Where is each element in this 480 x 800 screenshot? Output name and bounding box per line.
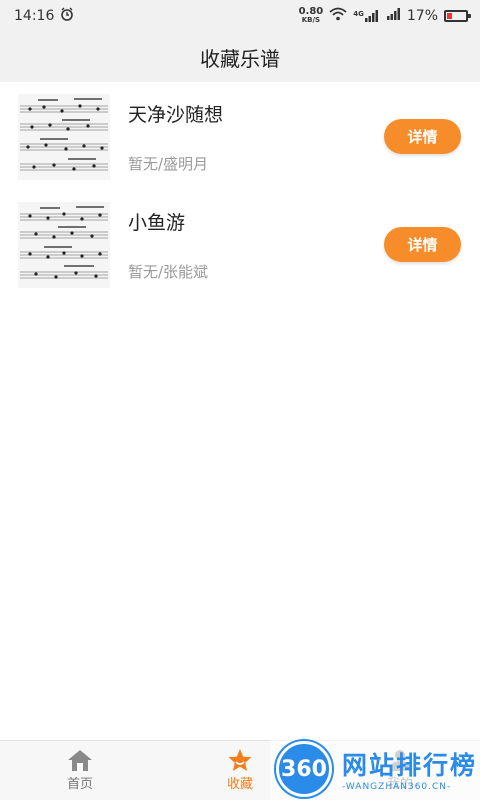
favorite-sheet-list: 天净沙随想 暂无/盛明月 详情 小鱼游 暂无/张能斌 详情 [0, 82, 480, 298]
star-icon [227, 747, 253, 773]
wifi-icon [329, 7, 347, 25]
sheet-title: 天净沙随想 [128, 104, 224, 126]
page-title: 收藏乐谱 [200, 46, 280, 71]
nav-favorites[interactable]: 收藏 [200, 747, 280, 797]
detail-button[interactable]: 详情 [384, 119, 461, 154]
watermark-sub-text: -WANGZHAN360.CN- [342, 782, 452, 792]
detail-button[interactable]: 详情 [384, 227, 461, 262]
nav-favorites-label: 收藏 [226, 777, 253, 792]
sheet-author: 暂无/张能斌 [128, 263, 209, 281]
battery-icon [444, 10, 471, 22]
signal-4g-icon: 4G [353, 10, 379, 22]
alarm-icon [60, 7, 74, 25]
network-speed: 0.80 KB/S [298, 6, 324, 25]
list-item[interactable]: 天净沙随想 暂无/盛明月 详情 [0, 82, 480, 190]
watermark-main-text: 网站排行榜 [342, 751, 478, 780]
signal-icon [385, 8, 401, 24]
sheet-music-thumbnail [18, 202, 110, 288]
home-icon [67, 747, 93, 773]
sheet-music-thumbnail [18, 94, 110, 180]
list-item[interactable]: 小鱼游 暂无/张能斌 详情 [0, 190, 480, 298]
battery-percent: 17% [406, 8, 438, 24]
watermark-logo: 360 [276, 741, 332, 797]
nav-home-label: 首页 [66, 777, 93, 792]
sheet-author: 暂无/盛明月 [128, 155, 209, 173]
page-header: 收藏乐谱 [0, 32, 480, 82]
status-time: 14:16 [14, 8, 55, 24]
sheet-title: 小鱼游 [128, 212, 186, 234]
status-bar: 14:16 0.80 KB/S 4G 17% [0, 0, 480, 32]
watermark: 360 网站排行榜 -WANGZHAN360.CN- [270, 738, 480, 800]
nav-home[interactable]: 首页 [40, 747, 120, 797]
